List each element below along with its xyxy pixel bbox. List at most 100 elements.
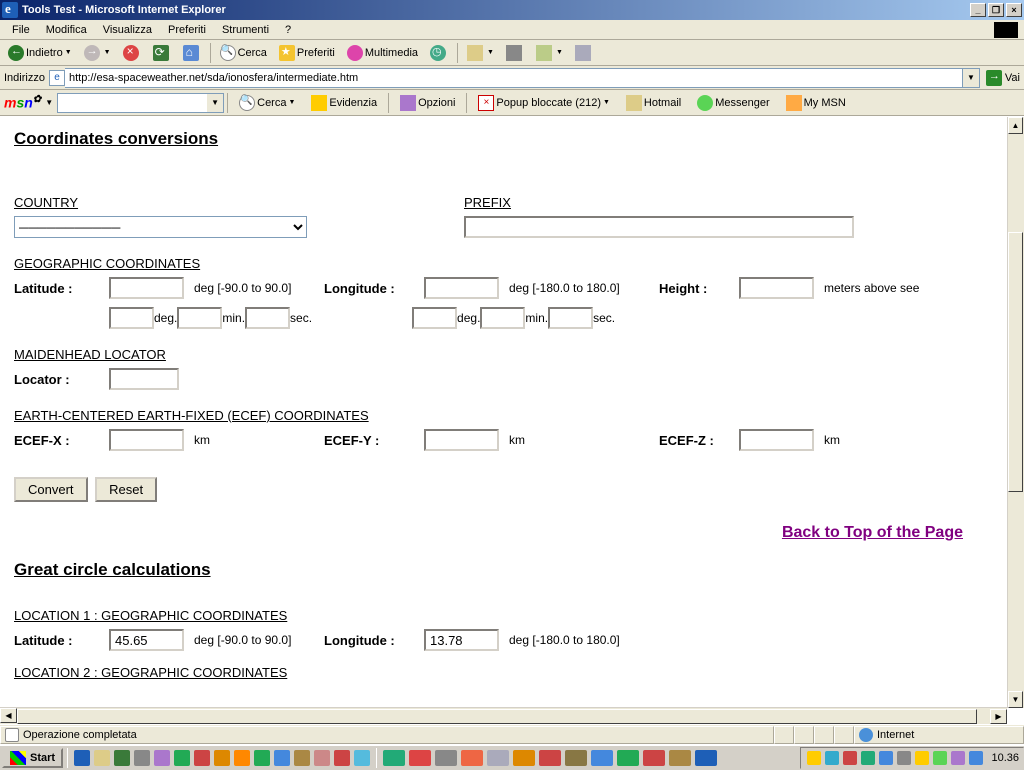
- scroll-right-button[interactable]: ▶: [990, 709, 1007, 724]
- ql-app2-icon[interactable]: [174, 750, 190, 766]
- ql-explorer-icon[interactable]: [134, 750, 150, 766]
- scroll-up-button[interactable]: ▲: [1008, 117, 1023, 134]
- ql-app6-icon[interactable]: [254, 750, 270, 766]
- go-button[interactable]: Vai: [986, 70, 1020, 86]
- menu-help[interactable]: ?: [277, 22, 299, 38]
- vertical-scrollbar[interactable]: ▲ ▼: [1007, 117, 1024, 708]
- ql-desktop-icon[interactable]: [114, 750, 130, 766]
- tray-icon-5[interactable]: [879, 751, 893, 765]
- task-app9-icon[interactable]: [643, 750, 665, 766]
- ql-outlook-icon[interactable]: [94, 750, 110, 766]
- task-excel-icon[interactable]: [383, 750, 405, 766]
- reset-button[interactable]: Reset: [95, 477, 157, 502]
- country-select[interactable]: ───────────: [14, 216, 307, 238]
- tray-icon-1[interactable]: [807, 751, 821, 765]
- locator-input[interactable]: [109, 368, 179, 390]
- gc-lon-input[interactable]: [424, 629, 499, 651]
- task-app10-icon[interactable]: [669, 750, 691, 766]
- ql-app1-icon[interactable]: [154, 750, 170, 766]
- print-button[interactable]: [501, 42, 529, 64]
- search-button[interactable]: Cerca: [215, 42, 272, 64]
- discuss-button[interactable]: [570, 42, 598, 64]
- scroll-thumb[interactable]: [1008, 232, 1023, 492]
- ql-app4-icon[interactable]: [214, 750, 230, 766]
- ql-app5-icon[interactable]: [234, 750, 250, 766]
- lon-sec-input[interactable]: [548, 307, 593, 329]
- menu-favorites[interactable]: Preferiti: [160, 22, 214, 38]
- scroll-down-button[interactable]: ▼: [1008, 691, 1023, 708]
- scroll-thumb-h[interactable]: [17, 709, 977, 724]
- ql-app3-icon[interactable]: [194, 750, 210, 766]
- lon-deg-input[interactable]: [412, 307, 457, 329]
- tray-icon-9[interactable]: [951, 751, 965, 765]
- msn-search-button[interactable]: Cerca ▼: [233, 93, 301, 113]
- menu-view[interactable]: Visualizza: [95, 22, 160, 38]
- task-ppt-icon[interactable]: [409, 750, 431, 766]
- menu-tools[interactable]: Strumenti: [214, 22, 277, 38]
- tray-icon-7[interactable]: [915, 751, 929, 765]
- back-to-top-link[interactable]: Back to Top of the Page: [782, 524, 963, 541]
- ql-app8-icon[interactable]: [294, 750, 310, 766]
- ql-app9-icon[interactable]: [314, 750, 330, 766]
- favorites-button[interactable]: Preferiti: [274, 42, 340, 64]
- longitude-input[interactable]: [424, 277, 499, 299]
- lat-sec-input[interactable]: [245, 307, 290, 329]
- task-ie-icon[interactable]: [695, 750, 717, 766]
- maximize-button[interactable]: ❐: [988, 3, 1004, 17]
- start-button[interactable]: Start: [2, 748, 63, 768]
- forward-button[interactable]: ▼: [79, 42, 116, 64]
- ql-app7-icon[interactable]: [274, 750, 290, 766]
- refresh-button[interactable]: [148, 42, 176, 64]
- lon-min-input[interactable]: [480, 307, 525, 329]
- task-app2-icon[interactable]: [461, 750, 483, 766]
- height-input[interactable]: [739, 277, 814, 299]
- prefix-input[interactable]: [464, 216, 854, 238]
- msn-highlight-button[interactable]: Evidenzia: [305, 93, 383, 113]
- horizontal-scrollbar[interactable]: ◀ ▶: [0, 707, 1007, 724]
- close-button[interactable]: ×: [1006, 3, 1022, 17]
- stop-button[interactable]: [118, 42, 146, 64]
- msn-search-dropdown[interactable]: ▼: [207, 93, 224, 113]
- msn-messenger-button[interactable]: Messenger: [691, 93, 775, 113]
- multimedia-button[interactable]: Multimedia: [342, 42, 423, 64]
- task-app3-icon[interactable]: [487, 750, 509, 766]
- ql-app10-icon[interactable]: [334, 750, 350, 766]
- tray-icon-3[interactable]: [843, 751, 857, 765]
- mail-button[interactable]: ▼: [462, 42, 499, 64]
- ecefx-input[interactable]: [109, 429, 184, 451]
- tray-icon-4[interactable]: [861, 751, 875, 765]
- lat-deg-input[interactable]: [109, 307, 154, 329]
- task-app1-icon[interactable]: [435, 750, 457, 766]
- convert-button[interactable]: Convert: [14, 477, 88, 502]
- msn-search-input[interactable]: [57, 93, 207, 113]
- lat-min-input[interactable]: [177, 307, 222, 329]
- msn-options-button[interactable]: Opzioni: [394, 93, 461, 113]
- gc-lat-input[interactable]: [109, 629, 184, 651]
- home-button[interactable]: [178, 42, 206, 64]
- task-app4-icon[interactable]: [513, 750, 535, 766]
- ecefz-input[interactable]: [739, 429, 814, 451]
- address-input[interactable]: [65, 68, 963, 88]
- minimize-button[interactable]: _: [970, 3, 986, 17]
- clock[interactable]: 10.36: [991, 752, 1019, 764]
- task-app6-icon[interactable]: [565, 750, 587, 766]
- latitude-input[interactable]: [109, 277, 184, 299]
- scroll-left-button[interactable]: ◀: [0, 708, 17, 723]
- tray-icon-10[interactable]: [969, 751, 983, 765]
- msn-hotmail-button[interactable]: Hotmail: [620, 93, 687, 113]
- back-button[interactable]: Indietro ▼: [3, 42, 77, 64]
- task-app7-icon[interactable]: [591, 750, 613, 766]
- edit-button[interactable]: ▼: [531, 42, 568, 64]
- task-app8-icon[interactable]: [617, 750, 639, 766]
- menu-file[interactable]: File: [4, 22, 38, 38]
- ecefy-input[interactable]: [424, 429, 499, 451]
- msn-mymsn-button[interactable]: My MSN: [780, 93, 852, 113]
- address-dropdown[interactable]: ▼: [963, 68, 980, 88]
- msn-popup-button[interactable]: × Popup bloccate (212) ▼: [472, 93, 616, 113]
- ql-app11-icon[interactable]: [354, 750, 370, 766]
- task-app5-icon[interactable]: [539, 750, 561, 766]
- tray-icon-2[interactable]: [825, 751, 839, 765]
- history-button[interactable]: [425, 42, 453, 64]
- ql-ie-icon[interactable]: [74, 750, 90, 766]
- menu-edit[interactable]: Modifica: [38, 22, 95, 38]
